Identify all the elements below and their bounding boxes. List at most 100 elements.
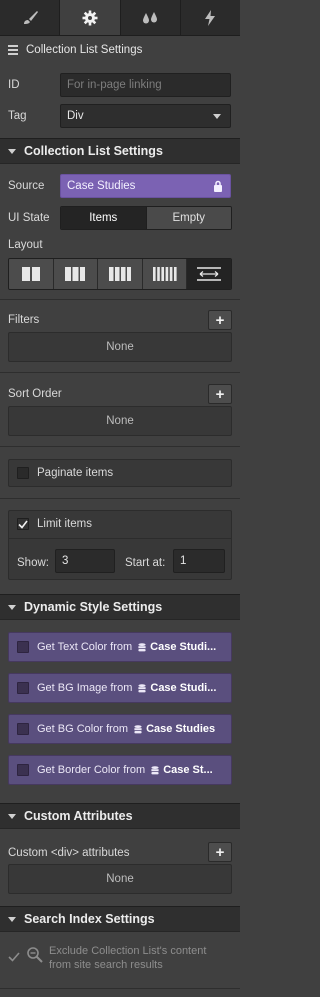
database-icon bbox=[151, 765, 159, 774]
dynamic-prefix: Get BG Color from bbox=[37, 723, 129, 735]
add-attribute-button[interactable]: + bbox=[208, 842, 232, 862]
add-filter-button[interactable]: + bbox=[208, 310, 232, 330]
layout-6-columns-icon bbox=[152, 267, 177, 281]
show-input[interactable]: 3 bbox=[55, 549, 115, 573]
id-label: ID bbox=[8, 79, 20, 91]
dynamic-source: Case Studi... bbox=[150, 641, 217, 653]
database-icon bbox=[134, 724, 142, 733]
dynamic-source: Case Studies bbox=[146, 723, 216, 735]
ui-state-empty[interactable]: Empty bbox=[145, 207, 231, 229]
section-custom-attributes[interactable]: Custom Attributes bbox=[0, 803, 240, 829]
tag-select[interactable]: Div bbox=[60, 104, 231, 128]
ui-state-row: UI State Items Empty bbox=[0, 206, 240, 230]
id-input-placeholder: For in-page linking bbox=[67, 79, 162, 91]
ui-state-toggle: Items Empty bbox=[60, 206, 232, 230]
paginate-checkbox[interactable] bbox=[17, 467, 29, 479]
checkmark-icon bbox=[18, 520, 28, 529]
gear-icon bbox=[82, 10, 98, 25]
tab-settings[interactable] bbox=[60, 0, 121, 35]
dynamic-border-color-binding[interactable]: Get Border Color from Case St... bbox=[8, 755, 232, 785]
dynamic-bg-image-binding[interactable]: Get BG Image from Case Studi... bbox=[8, 673, 232, 703]
tag-select-value: Div bbox=[67, 110, 84, 122]
start-at-input[interactable]: 1 bbox=[173, 549, 225, 573]
layout-4-columns-button[interactable] bbox=[142, 259, 188, 289]
ui-state-label: UI State bbox=[8, 212, 50, 224]
layout-3-columns-icon bbox=[65, 267, 86, 281]
collapse-triangle-icon bbox=[8, 148, 16, 154]
custom-attributes-empty-text: None bbox=[106, 873, 134, 885]
selected-element-header: Collection List Settings bbox=[0, 37, 240, 62]
dynamic-prefix: Get BG Image from bbox=[37, 682, 133, 694]
custom-attributes-row: Custom <div> attributes bbox=[0, 845, 240, 861]
layout-grid-icon bbox=[197, 267, 222, 281]
database-icon bbox=[138, 642, 146, 651]
divider bbox=[9, 538, 231, 539]
sort-empty-box: None bbox=[8, 406, 232, 436]
filters-label: Filters bbox=[8, 314, 40, 326]
dynamic-source: Case St... bbox=[163, 764, 213, 776]
tag-label: Tag bbox=[8, 110, 27, 122]
tab-interactions[interactable] bbox=[121, 0, 181, 35]
tab-lightning[interactable] bbox=[181, 0, 240, 35]
divider bbox=[0, 446, 240, 447]
checkmark-icon[interactable] bbox=[8, 952, 20, 962]
start-at-value: 1 bbox=[180, 555, 187, 567]
layout-label: Layout bbox=[8, 239, 43, 251]
section-collection-list-settings[interactable]: Collection List Settings bbox=[0, 138, 240, 164]
dynamic-checkbox[interactable] bbox=[17, 682, 29, 694]
limit-checkbox[interactable] bbox=[17, 518, 29, 530]
limit-label: Limit items bbox=[37, 518, 92, 530]
lock-icon bbox=[214, 180, 222, 192]
paintbrush-icon bbox=[23, 10, 38, 24]
sort-empty-text: None bbox=[106, 415, 134, 427]
show-value: 3 bbox=[62, 555, 69, 567]
source-value: Case Studies bbox=[67, 180, 136, 192]
paginate-items-toggle[interactable]: Paginate items bbox=[8, 459, 232, 487]
limit-items-toggle[interactable]: Limit items bbox=[17, 518, 92, 530]
dynamic-bg-color-binding[interactable]: Get BG Color from Case Studies bbox=[8, 714, 232, 744]
layout-4-columns-icon bbox=[108, 267, 131, 281]
selected-element-title: Collection List Settings bbox=[26, 43, 143, 56]
paginate-label: Paginate items bbox=[37, 467, 114, 479]
limit-items-panel: Limit items Show: 3 Start at: 1 bbox=[8, 510, 232, 580]
tab-style[interactable] bbox=[0, 0, 61, 35]
layout-1-column-button[interactable] bbox=[9, 259, 54, 289]
search-index-exclude-toggle[interactable]: Exclude Collection List's content from s… bbox=[8, 944, 232, 974]
ui-state-items[interactable]: Items bbox=[61, 207, 146, 229]
layout-options bbox=[8, 258, 232, 290]
plus-icon: + bbox=[215, 843, 225, 861]
section-title: Collection List Settings bbox=[24, 144, 163, 158]
tag-row: Tag Div bbox=[0, 104, 240, 128]
layout-3-columns-button[interactable] bbox=[98, 259, 143, 289]
collapse-triangle-icon bbox=[8, 813, 16, 819]
dynamic-prefix: Get Border Color from bbox=[37, 764, 146, 776]
filters-empty-text: None bbox=[106, 341, 134, 353]
layout-1-column-icon bbox=[21, 267, 40, 281]
collapse-triangle-icon bbox=[8, 916, 16, 922]
search-index-line1: Exclude Collection List's content bbox=[49, 945, 207, 957]
custom-attributes-label: Custom <div> attributes bbox=[8, 847, 130, 859]
panel-tabs bbox=[0, 0, 240, 36]
source-select[interactable]: Case Studies bbox=[60, 174, 231, 198]
plus-icon: + bbox=[215, 311, 225, 329]
dynamic-text-color-binding[interactable]: Get Text Color from Case Studi... bbox=[8, 632, 232, 662]
dynamic-checkbox[interactable] bbox=[17, 764, 29, 776]
show-label: Show: bbox=[17, 557, 49, 569]
section-search-index-settings[interactable]: Search Index Settings bbox=[0, 906, 240, 932]
collection-list-icon bbox=[8, 44, 18, 55]
section-title: Search Index Settings bbox=[24, 912, 155, 926]
section-dynamic-style-settings[interactable]: Dynamic Style Settings bbox=[0, 594, 240, 620]
collapse-triangle-icon bbox=[8, 604, 16, 610]
sort-order-row: Sort Order bbox=[0, 386, 240, 402]
dynamic-prefix: Get Text Color from bbox=[37, 641, 133, 653]
add-sort-button[interactable]: + bbox=[208, 384, 232, 404]
id-input[interactable]: For in-page linking bbox=[60, 73, 231, 97]
dynamic-checkbox[interactable] bbox=[17, 641, 29, 653]
layout-2-columns-button[interactable] bbox=[53, 259, 99, 289]
database-icon bbox=[138, 683, 146, 692]
section-title: Dynamic Style Settings bbox=[24, 600, 163, 614]
dynamic-checkbox[interactable] bbox=[17, 723, 29, 735]
divider bbox=[0, 988, 240, 989]
layout-grid-button[interactable] bbox=[187, 259, 231, 289]
source-label: Source bbox=[8, 180, 45, 192]
